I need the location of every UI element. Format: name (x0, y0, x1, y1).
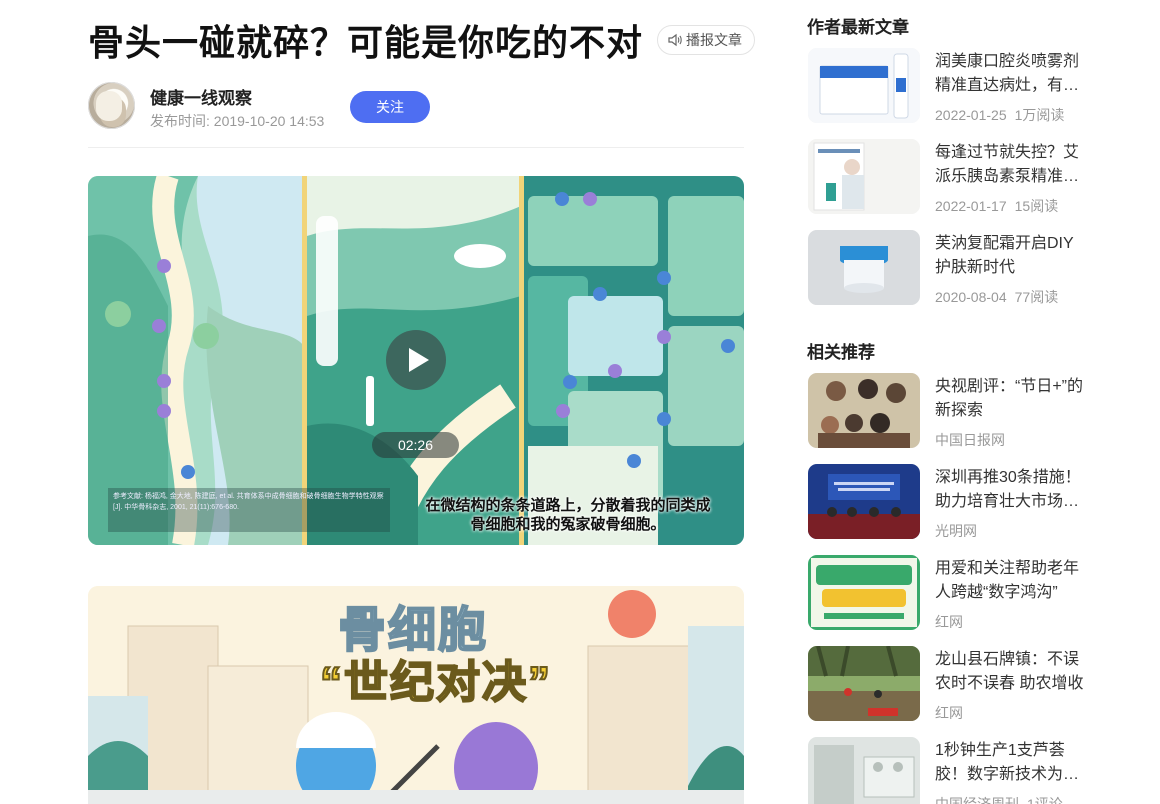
farm-field-image (808, 646, 920, 721)
card-date: 2020-08-04 (935, 289, 1007, 305)
play-button[interactable] (386, 330, 446, 390)
press-conference-image (808, 464, 920, 539)
related-card[interactable]: 深圳再推30条措施！助力培育壮大市场主体 光明网 (807, 464, 1097, 540)
insulin-pump-ad-image (808, 139, 920, 214)
card-title[interactable]: 1秒钟生产1支芦荟胶！数字新技术为传统产业赋能 (935, 739, 1085, 787)
card-reads: 77阅读 (1014, 289, 1059, 305)
latest-article-card[interactable]: 每逢过节就失控？艾派乐胰岛素泵精准控糖 2022-01-17 15阅读 (807, 139, 1097, 215)
card-title[interactable]: 用爱和关注帮助老年人跨越“数字鸿沟” (935, 557, 1085, 605)
card-source: 中国日报网 (935, 432, 1005, 448)
tv-drama-image (808, 373, 920, 448)
card-source: 中国经济周刊 (935, 796, 1019, 804)
product-box-image (808, 48, 920, 123)
card-date: 2022-01-17 (935, 198, 1007, 214)
related-thumbnail (808, 464, 920, 539)
related-card[interactable]: 1秒钟生产1支芦荟胶！数字新技术为传统产业赋能 中国经济周刊 1评论 (807, 737, 1097, 804)
author-name[interactable]: 健康一线观察 (150, 84, 252, 109)
author-info: 健康一线观察 发布时间: 2019-10-20 14:53 关注 (88, 82, 744, 148)
card-date: 2022-01-25 (935, 107, 1007, 123)
card-meta: 光明网 (935, 521, 977, 541)
card-meta: 中国经济周刊 1评论 (935, 794, 1063, 804)
card-title[interactable]: 央视剧评：“节日+”的新探索 (935, 375, 1085, 423)
card-title[interactable]: 芙汭复配霜开启DIY护肤新时代 (935, 232, 1085, 280)
card-title[interactable]: 每逢过节就失控？艾派乐胰岛素泵精准控糖 (935, 141, 1085, 189)
card-source: 光明网 (935, 523, 977, 539)
card-meta: 红网 (935, 703, 963, 723)
image-title-line2: “世纪对决” (319, 657, 552, 708)
video-caption-line1: 在微结构的条条道路上，分散着我的同类成 (425, 497, 711, 514)
card-meta: 红网 (935, 612, 963, 632)
follow-button[interactable]: 关注 (350, 91, 430, 123)
related-card[interactable]: 央视剧评：“节日+”的新探索 中国日报网 (807, 373, 1097, 449)
author-avatar[interactable] (88, 82, 135, 129)
article-image: 骨细胞 “世纪对决” (88, 586, 744, 804)
video-duration: 02:26 (372, 432, 459, 458)
card-reads: 15阅读 (1014, 198, 1059, 214)
broadcast-label: 播报文章 (686, 32, 743, 48)
article-thumbnail (808, 230, 920, 305)
title-row: 骨头一碰就碎？可能是你吃的不对 播报文章 (88, 14, 756, 66)
card-title[interactable]: 深圳再推30条措施！助力培育壮大市场主体 (935, 466, 1085, 514)
card-reads: 1万阅读 (1014, 107, 1065, 123)
article-thumbnail (808, 48, 920, 123)
card-meta: 2022-01-25 1万阅读 (935, 105, 1064, 125)
related-thumbnail (808, 737, 920, 804)
card-meta: 2022-01-17 15阅读 (935, 196, 1058, 216)
card-title[interactable]: 润美康口腔炎喷雾剂精准直达病灶，有效缓解口腔炎症 (935, 50, 1085, 98)
latest-article-card[interactable]: 润美康口腔炎喷雾剂精准直达病灶，有效缓解口腔炎症 2022-01-25 1万阅读 (807, 48, 1097, 124)
video-player[interactable]: 参考文献: 杨福鸿, 金大地, 陈建庭, et al. 共育体系中成骨细胞和破骨… (88, 176, 744, 545)
article-title: 骨头一碰就碎？可能是你吃的不对 (88, 22, 644, 63)
video-caption-line2: 骨细胞和我的冤家破骨细胞。 (470, 516, 666, 533)
card-meta: 2020-08-04 77阅读 (935, 287, 1058, 307)
related-thumbnail (808, 373, 920, 448)
related-card[interactable]: 龙山县石牌镇：不误农时不误春 助农增收 红网 (807, 646, 1097, 722)
latest-article-card[interactable]: 芙汭复配霜开启DIY护肤新时代 2020-08-04 77阅读 (807, 230, 1097, 306)
card-meta: 中国日报网 (935, 430, 1005, 450)
related-title: 相关推荐 (807, 343, 875, 362)
latest-articles-title: 作者最新文章 (807, 18, 909, 37)
cream-jar-image (808, 230, 920, 305)
broadcast-button[interactable]: 播报文章 (657, 25, 756, 55)
reference-note: 参考文献: 杨福鸿, 金大地, 陈建庭, et al. 共育体系中成骨细胞和破骨… (108, 488, 390, 532)
card-source: 红网 (935, 614, 963, 630)
card-comments: 1评论 (1027, 796, 1063, 804)
speaker-icon (668, 33, 682, 47)
related-thumbnail (808, 555, 920, 630)
factory-line-image (808, 737, 920, 804)
publish-time: 发布时间: 2019-10-20 14:53 (150, 113, 325, 129)
article-thumbnail (808, 139, 920, 214)
festival-poster-image (808, 555, 920, 630)
video-caption: 在微结构的条条道路上，分散着我的同类成 骨细胞和我的冤家破骨细胞。 (388, 496, 744, 534)
related-thumbnail (808, 646, 920, 721)
card-source: 红网 (935, 705, 963, 721)
card-title[interactable]: 龙山县石牌镇：不误农时不误春 助农增收 (935, 648, 1085, 696)
related-card[interactable]: 用爱和关注帮助老年人跨越“数字鸿沟” 红网 (807, 555, 1097, 631)
